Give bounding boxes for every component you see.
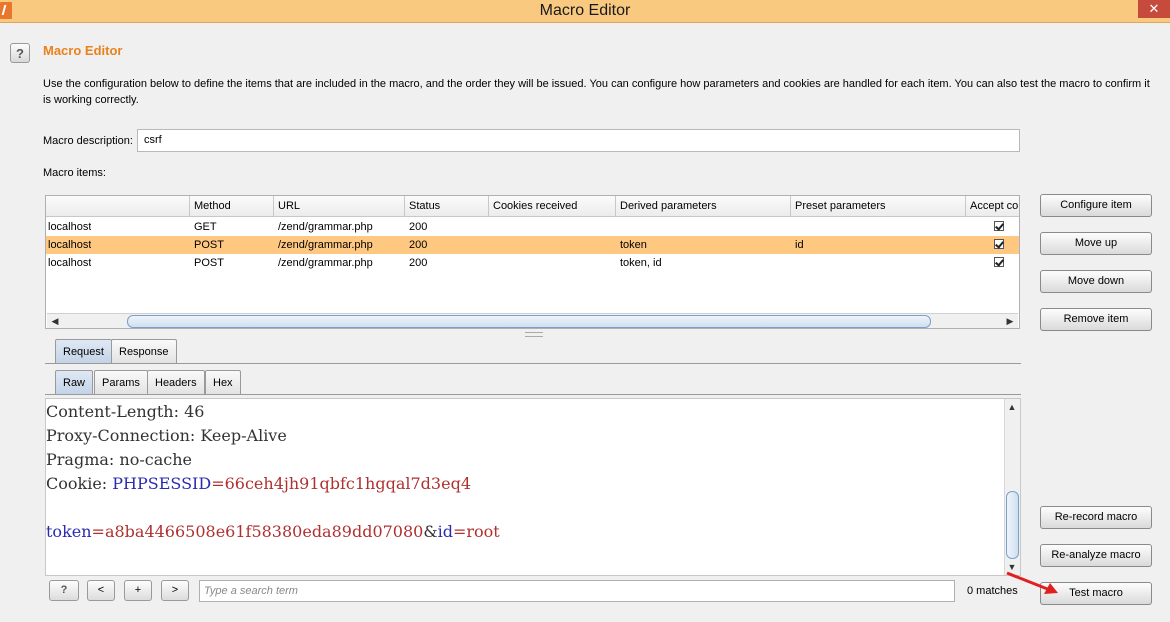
table-row[interactable]: localhost POST /zend/grammar.php 200 tok… xyxy=(46,236,1019,254)
search-next-button[interactable]: > xyxy=(161,580,189,601)
cell-method: POST xyxy=(194,239,224,251)
editor-vertical-scrollbar[interactable]: ▲ ▼ xyxy=(1004,399,1020,575)
table-header: Method URL Status Cookies received Deriv… xyxy=(46,196,1019,217)
column-header-host[interactable] xyxy=(46,196,189,216)
column-header-accept-cookies[interactable]: Accept co xyxy=(965,196,1019,216)
description-text: Use the configuration below to define th… xyxy=(43,78,1150,106)
column-header-url[interactable]: URL xyxy=(273,196,404,216)
accept-cookies-checkbox[interactable] xyxy=(994,221,1004,231)
move-up-button[interactable]: Move up xyxy=(1040,232,1152,255)
column-header-cookies-received[interactable]: Cookies received xyxy=(488,196,615,216)
table-horizontal-scrollbar[interactable]: ◀ ▶ xyxy=(47,313,1018,328)
cell-cookies xyxy=(491,218,493,236)
title-bar: Macro Editor ✕ xyxy=(0,0,1170,23)
macro-items-table: Method URL Status Cookies received Deriv… xyxy=(45,195,1020,329)
remove-item-button[interactable]: Remove item xyxy=(1040,308,1152,331)
cell-preset xyxy=(793,218,795,236)
cell-status: 200 xyxy=(409,257,428,269)
table-row[interactable]: localhost GET /zend/grammar.php 200 xyxy=(46,218,1019,236)
tab-headers[interactable]: Headers xyxy=(147,370,205,394)
annotation-arrow-icon xyxy=(1006,571,1058,594)
cell-derived: token xyxy=(620,239,647,251)
tab-params[interactable]: Params xyxy=(94,370,148,394)
editor-line: Proxy-Connection: Keep-Alive xyxy=(46,426,287,445)
accept-cookies-checkbox[interactable] xyxy=(994,257,1004,267)
cell-url: /zend/grammar.php xyxy=(278,257,373,269)
close-icon[interactable]: ✕ xyxy=(1138,0,1170,18)
cell-derived: token, id xyxy=(620,257,662,269)
rerecord-macro-button[interactable]: Re-record macro xyxy=(1040,506,1152,529)
search-add-button[interactable]: + xyxy=(124,580,152,601)
tab-request[interactable]: Request xyxy=(55,339,112,363)
macro-items-label: Macro items: xyxy=(43,167,106,179)
tab-divider xyxy=(45,363,1021,364)
search-previous-button[interactable]: < xyxy=(87,580,115,601)
cell-url: /zend/grammar.php xyxy=(278,239,373,251)
cell-status: 200 xyxy=(409,221,428,233)
cell-cookies xyxy=(491,254,493,272)
scrollbar-thumb[interactable] xyxy=(1006,491,1019,559)
macro-description-input[interactable]: csrf xyxy=(137,129,1020,152)
window-title: Macro Editor xyxy=(539,2,631,19)
editor-line: Content-Length: 46 xyxy=(46,402,205,421)
search-input[interactable]: Type a search term xyxy=(199,580,955,602)
cell-host: localhost xyxy=(48,239,92,251)
tab-raw[interactable]: Raw xyxy=(55,370,94,394)
column-header-status[interactable]: Status xyxy=(404,196,488,216)
cell-preset xyxy=(793,254,795,272)
cell-host: localhost xyxy=(48,221,92,233)
editor-body-line: token=a8ba4466508e61f58380eda89dd07080&i… xyxy=(46,522,500,541)
column-header-preset-parameters[interactable]: Preset parameters xyxy=(790,196,965,216)
tab-response[interactable]: Response xyxy=(111,339,177,363)
request-editor[interactable]: Content-Length: 46 Proxy-Connection: Kee… xyxy=(45,398,1021,576)
tab-hex[interactable]: Hex xyxy=(205,370,241,394)
editor-line: Cookie: PHPSESSID=66ceh4jh91qbfc1hgqal7d… xyxy=(46,474,471,493)
accept-cookies-checkbox[interactable] xyxy=(994,239,1004,249)
column-header-method[interactable]: Method xyxy=(189,196,273,216)
macro-description-label: Macro description: xyxy=(43,135,133,147)
configure-item-button[interactable]: Configure item xyxy=(1040,194,1152,217)
cell-derived xyxy=(618,218,620,236)
scroll-right-icon[interactable]: ▶ xyxy=(1004,315,1016,327)
column-header-derived-parameters[interactable]: Derived parameters xyxy=(615,196,790,216)
help-button[interactable]: ? xyxy=(10,43,30,63)
move-down-button[interactable]: Move down xyxy=(1040,270,1152,293)
cell-host: localhost xyxy=(48,257,92,269)
page-title: Macro Editor xyxy=(43,43,123,58)
window-close-button[interactable]: ✕ xyxy=(1138,0,1170,18)
search-help-button[interactable]: ? xyxy=(49,580,79,601)
cell-status: 200 xyxy=(409,239,428,251)
scrollbar-thumb[interactable] xyxy=(127,315,931,328)
cell-method: GET xyxy=(194,221,217,233)
scroll-left-icon[interactable]: ◀ xyxy=(49,315,61,327)
cell-url: /zend/grammar.php xyxy=(278,221,373,233)
cell-method: POST xyxy=(194,257,224,269)
editor-line: Pragma: no-cache xyxy=(46,450,192,469)
cell-cookies xyxy=(491,236,493,254)
pane-splitter-handle[interactable] xyxy=(525,332,543,337)
cell-preset: id xyxy=(795,239,804,251)
table-row[interactable]: localhost POST /zend/grammar.php 200 tok… xyxy=(46,254,1019,272)
scroll-up-icon[interactable]: ▲ xyxy=(1006,401,1018,413)
